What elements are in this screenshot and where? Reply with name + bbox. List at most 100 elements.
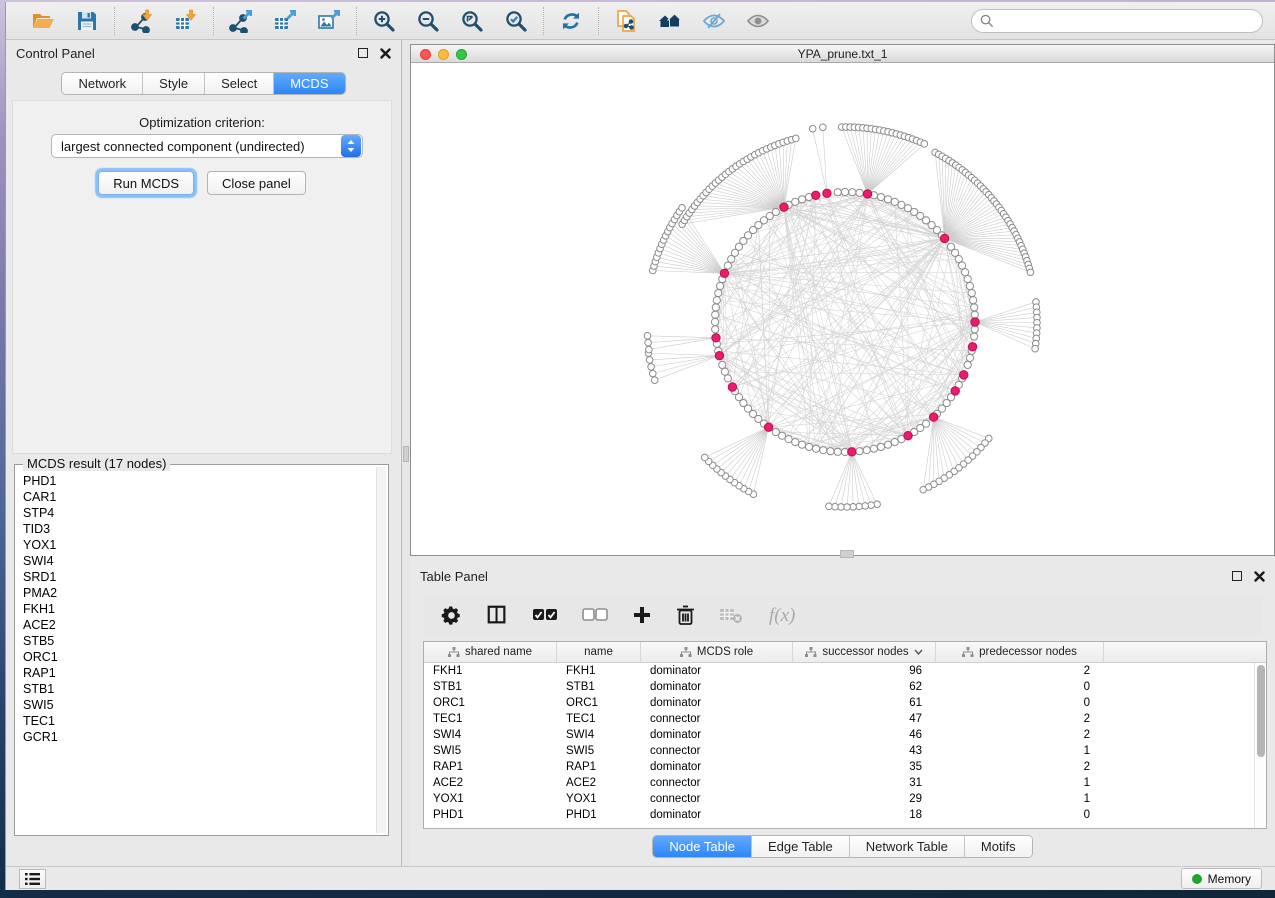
table-row[interactable]: FKH1FKH1dominator962 [424, 663, 1266, 679]
table-row[interactable]: TEC1TEC1connector472 [424, 711, 1266, 727]
delete-row-icon[interactable] [676, 602, 695, 628]
table-row[interactable]: SWI5SWI5connector431 [424, 743, 1266, 759]
mcds-node[interactable] [720, 269, 728, 277]
horizontal-splitter[interactable] [410, 556, 1275, 563]
table-row[interactable]: ACE2ACE2connector311 [424, 775, 1266, 791]
tab-node-table[interactable]: Node Table [653, 836, 752, 857]
column-header-successor-nodes[interactable]: successor nodes [793, 642, 936, 662]
mcds-node[interactable] [812, 191, 820, 199]
network-window-titlebar[interactable]: YPA_prune.txt_1 [411, 45, 1274, 63]
first-neighbors-icon[interactable] [657, 8, 683, 34]
column-header-shared-name[interactable]: shared name [424, 642, 557, 662]
mcds-node[interactable] [764, 423, 772, 431]
network-canvas[interactable] [411, 63, 1274, 555]
mcds-node[interactable] [780, 203, 788, 211]
mcds-result-item[interactable]: PMA2 [17, 585, 375, 601]
mcds-node[interactable] [863, 190, 871, 198]
task-history-button[interactable] [19, 869, 46, 889]
settings-gear-icon[interactable] [441, 602, 462, 628]
window-close-icon[interactable] [420, 49, 431, 60]
table-scrollbar-thumb[interactable] [1257, 665, 1265, 757]
mcds-node[interactable] [823, 189, 831, 197]
mcds-node[interactable] [971, 318, 979, 326]
close-panel-icon[interactable] [380, 48, 391, 59]
export-table-icon[interactable] [272, 8, 298, 34]
mcds-node[interactable] [960, 371, 968, 379]
optimization-criterion-select[interactable]: largest connected component (undirected) [51, 134, 363, 158]
tab-edge-table[interactable]: Edge Table [752, 836, 850, 857]
horizontal-splitter-handle[interactable] [840, 550, 854, 558]
zoom-in-icon[interactable] [371, 8, 397, 34]
mcds-result-item[interactable]: SWI4 [17, 553, 375, 569]
mcds-node[interactable] [968, 343, 976, 351]
tab-mcds[interactable]: MCDS [274, 73, 344, 94]
mcds-result-item[interactable]: YOX1 [17, 537, 375, 553]
mcds-node[interactable] [728, 383, 736, 391]
mcds-result-item[interactable]: ACE2 [17, 617, 375, 633]
search-input[interactable] [971, 9, 1263, 33]
mcds-result-item[interactable]: STB1 [17, 681, 375, 697]
select-all-checkbox-icon[interactable] [532, 602, 558, 628]
run-mcds-button[interactable]: Run MCDS [98, 171, 194, 195]
float-panel-icon[interactable] [358, 48, 368, 58]
close-table-panel-icon[interactable] [1254, 571, 1265, 582]
mcds-result-item[interactable]: ORC1 [17, 649, 375, 665]
show-column-icon[interactable] [486, 602, 508, 628]
zoom-fit-icon[interactable] [459, 8, 485, 34]
memory-button[interactable]: Memory [1181, 868, 1262, 889]
tab-style[interactable]: Style [143, 73, 205, 94]
mcds-result-item[interactable]: TID3 [17, 521, 375, 537]
mcds-result-item[interactable]: GCR1 [17, 729, 375, 745]
zoom-out-icon[interactable] [415, 8, 441, 34]
mcds-result-list[interactable]: PHD1CAR1STP4TID3YOX1SWI4SRD1PMA2FKH1ACE2… [17, 473, 375, 833]
mcds-list-scrollbar[interactable] [376, 467, 386, 833]
window-minimize-icon[interactable] [438, 49, 449, 60]
mcds-node[interactable] [712, 334, 720, 342]
mcds-node[interactable] [715, 351, 723, 359]
mcds-result-item[interactable]: STB5 [17, 633, 375, 649]
table-row[interactable]: SWI4SWI4dominator462 [424, 727, 1266, 743]
mcds-result-item[interactable]: STP4 [17, 505, 375, 521]
mcds-result-item[interactable]: SWI5 [17, 697, 375, 713]
unselect-all-checkbox-icon[interactable] [582, 602, 608, 628]
mcds-result-item[interactable]: PHD1 [17, 473, 375, 489]
close-panel-button[interactable]: Close panel [207, 171, 306, 195]
refresh-layout-icon[interactable] [558, 8, 584, 34]
mcds-node[interactable] [848, 448, 856, 456]
table-row[interactable]: YOX1YOX1connector291 [424, 791, 1266, 807]
zoom-selected-icon[interactable] [503, 8, 529, 34]
mcds-result-item[interactable]: TEC1 [17, 713, 375, 729]
column-header-name[interactable]: name [557, 642, 641, 662]
mcds-result-item[interactable]: SRD1 [17, 569, 375, 585]
mcds-result-item[interactable]: CAR1 [17, 489, 375, 505]
mcds-result-item[interactable]: FKH1 [17, 601, 375, 617]
tab-select[interactable]: Select [205, 73, 274, 94]
window-maximize-icon[interactable] [456, 49, 467, 60]
vertical-splitter-handle[interactable] [403, 446, 409, 462]
mcds-node[interactable] [929, 413, 937, 421]
show-all-icon[interactable] [745, 8, 771, 34]
table-row[interactable]: RAP1RAP1dominator352 [424, 759, 1266, 775]
mcds-node[interactable] [951, 387, 959, 395]
column-header-predecessor-nodes[interactable]: predecessor nodes [936, 642, 1104, 662]
column-header-MCDS-role[interactable]: MCDS role [641, 642, 793, 662]
export-network-icon[interactable] [228, 8, 254, 34]
network-graph[interactable] [411, 63, 1274, 555]
table-row[interactable]: STB1STB1dominator620 [424, 679, 1266, 695]
tab-motifs[interactable]: Motifs [965, 836, 1032, 857]
import-table-icon[interactable] [173, 8, 199, 34]
mcds-result-item[interactable]: RAP1 [17, 665, 375, 681]
import-network-icon[interactable] [129, 8, 155, 34]
mcds-node[interactable] [940, 234, 948, 242]
duplicate-network-icon[interactable] [613, 8, 639, 34]
open-file-icon[interactable] [30, 8, 56, 34]
float-table-panel-icon[interactable] [1232, 571, 1242, 581]
table-row[interactable]: PHD1PHD1dominator180 [424, 807, 1266, 823]
hide-selected-icon[interactable] [701, 8, 727, 34]
export-image-icon[interactable] [316, 8, 342, 34]
tab-network[interactable]: Network [62, 73, 143, 94]
save-session-icon[interactable] [74, 8, 100, 34]
vertical-splitter[interactable] [401, 40, 410, 866]
mcds-node[interactable] [904, 432, 912, 440]
table-row[interactable]: ORC1ORC1dominator610 [424, 695, 1266, 711]
